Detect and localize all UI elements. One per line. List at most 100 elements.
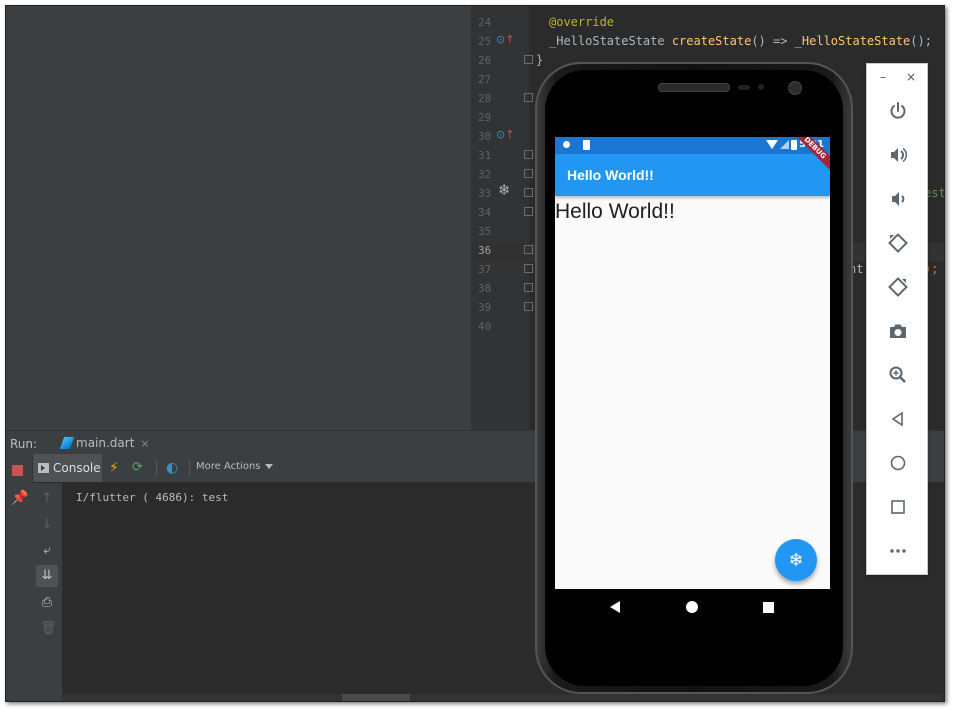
screenshot-button[interactable]: [884, 317, 912, 345]
pin-icon[interactable]: 📌: [11, 490, 28, 506]
fold-marker[interactable]: [524, 55, 533, 64]
chevron-down-icon: [264, 464, 273, 469]
rotate-right-icon: [888, 277, 908, 297]
line-number: 38: [478, 282, 492, 295]
volume-up-icon: [891, 147, 908, 163]
fold-marker[interactable]: [524, 150, 533, 159]
code-line: @override: [549, 15, 615, 29]
zoom-button[interactable]: [884, 361, 912, 389]
emulator-controls: – ×: [866, 63, 928, 575]
line-number: 31: [478, 149, 492, 162]
hot-restart-icon[interactable]: ⟳: [132, 459, 143, 477]
toolbar-separator: [156, 460, 157, 476]
close-tab-icon[interactable]: ×: [140, 437, 149, 450]
sd-card-icon: [583, 140, 590, 150]
minimize-button[interactable]: –: [880, 70, 886, 84]
snowflake-icon: ❄: [788, 549, 804, 571]
line-number: 29: [478, 111, 492, 124]
floating-action-button[interactable]: ❄: [775, 539, 817, 581]
battery-icon: [791, 139, 798, 150]
more-actions-label: More Actions: [196, 461, 261, 472]
scrollbar-thumb[interactable]: [342, 694, 410, 701]
power-button[interactable]: [884, 97, 912, 125]
fold-marker[interactable]: [524, 188, 533, 197]
soft-wrap-icon[interactable]: ⤶: [40, 543, 54, 558]
volume-down-icon: [892, 192, 905, 206]
line-number: 37: [478, 263, 492, 276]
notification-icon: [563, 141, 570, 148]
line-number: 40: [478, 320, 492, 333]
more-actions-button[interactable]: More Actions: [196, 461, 273, 472]
nav-home-icon[interactable]: [686, 601, 698, 613]
ide-window: 24 25 26 27 28 29 30 31 32 33 34 35 36 3…: [5, 5, 945, 702]
horizontal-scrollbar[interactable]: [62, 694, 942, 701]
console-icon: [38, 463, 49, 473]
override-icon[interactable]: ⊙↑: [496, 129, 514, 141]
arrow-down-icon[interactable]: ↓: [40, 517, 54, 532]
rotate-left-button[interactable]: [884, 229, 912, 257]
fold-marker[interactable]: [524, 283, 533, 292]
console-side-toolbar: ↑ ↓ ⤶ ⇊ ⎙ 🗑: [32, 483, 63, 701]
stop-button[interactable]: [12, 465, 23, 476]
signal-icon: [780, 140, 790, 149]
code-line: }: [536, 53, 544, 67]
power-icon: [890, 102, 906, 119]
arrow-up-icon[interactable]: ↑: [40, 491, 54, 506]
fold-marker[interactable]: [524, 93, 533, 102]
trash-icon[interactable]: 🗑: [40, 621, 57, 636]
rotate-left-icon: [888, 233, 908, 253]
line-number: 39: [478, 301, 492, 314]
override-icon[interactable]: ⊙↑: [496, 34, 514, 46]
print-icon[interactable]: ⎙: [40, 595, 54, 610]
more-button[interactable]: [884, 537, 912, 565]
back-button[interactable]: [884, 405, 912, 433]
speaker-grille: [658, 83, 730, 92]
run-tab-main-dart[interactable]: main.dart ×: [54, 431, 158, 455]
tab-console[interactable]: Console: [32, 454, 102, 482]
camera-icon: [890, 324, 906, 338]
overview-button[interactable]: [884, 493, 912, 521]
run-tab-label: main.dart: [76, 436, 135, 450]
fold-marker[interactable]: [524, 302, 533, 311]
code-token: _HelloStateState: [794, 34, 911, 48]
nav-recents-icon[interactable]: [763, 602, 774, 613]
volume-up-button[interactable]: [884, 141, 912, 169]
code-token: ();: [910, 34, 932, 48]
log-line: I/flutter ( 4686): test: [76, 491, 229, 504]
home-button[interactable]: [884, 449, 912, 477]
status-bar: 5:01: [555, 137, 830, 154]
app-bar-title: Hello World!!: [567, 167, 654, 183]
line-number: 32: [478, 168, 492, 181]
more-icon: [890, 549, 906, 553]
front-camera: [788, 81, 802, 95]
line-number: 35: [478, 225, 492, 238]
line-number: 27: [478, 73, 492, 86]
zoom-icon: [889, 366, 906, 383]
code-line: _HelloStateState createState() => _Hello…: [549, 34, 932, 48]
fold-marker[interactable]: [524, 264, 533, 273]
rotate-right-button[interactable]: [884, 273, 912, 301]
volume-down-button[interactable]: [884, 185, 912, 213]
fold-marker[interactable]: [524, 207, 533, 216]
wifi-icon: [766, 140, 779, 149]
device-screen[interactable]: 5:01 Hello World!! DEBUG Hello World!! ❄: [555, 137, 830, 589]
line-number: 28: [478, 92, 492, 105]
hot-reload-icon[interactable]: ⚡: [109, 459, 119, 477]
fold-marker[interactable]: [524, 245, 533, 254]
scroll-to-end-icon[interactable]: ⇊: [36, 565, 58, 587]
fold-marker[interactable]: [524, 169, 533, 178]
overview-icon: [891, 500, 905, 514]
project-panel: [6, 6, 471, 430]
line-number: 36: [478, 244, 492, 257]
code-token: createState: [671, 34, 752, 48]
run-side-toolbar: 📌: [6, 454, 33, 701]
nav-back-icon[interactable]: [610, 601, 620, 613]
close-button[interactable]: ×: [906, 70, 916, 84]
console-tab-label: Console: [53, 461, 101, 475]
back-icon: [891, 411, 903, 427]
app-bar: Hello World!!: [555, 154, 830, 196]
body-text: Hello World!!: [555, 200, 675, 223]
line-number: 24: [478, 16, 492, 29]
devtools-icon[interactable]: ◐: [166, 459, 178, 477]
code-token: () =>: [751, 34, 795, 48]
